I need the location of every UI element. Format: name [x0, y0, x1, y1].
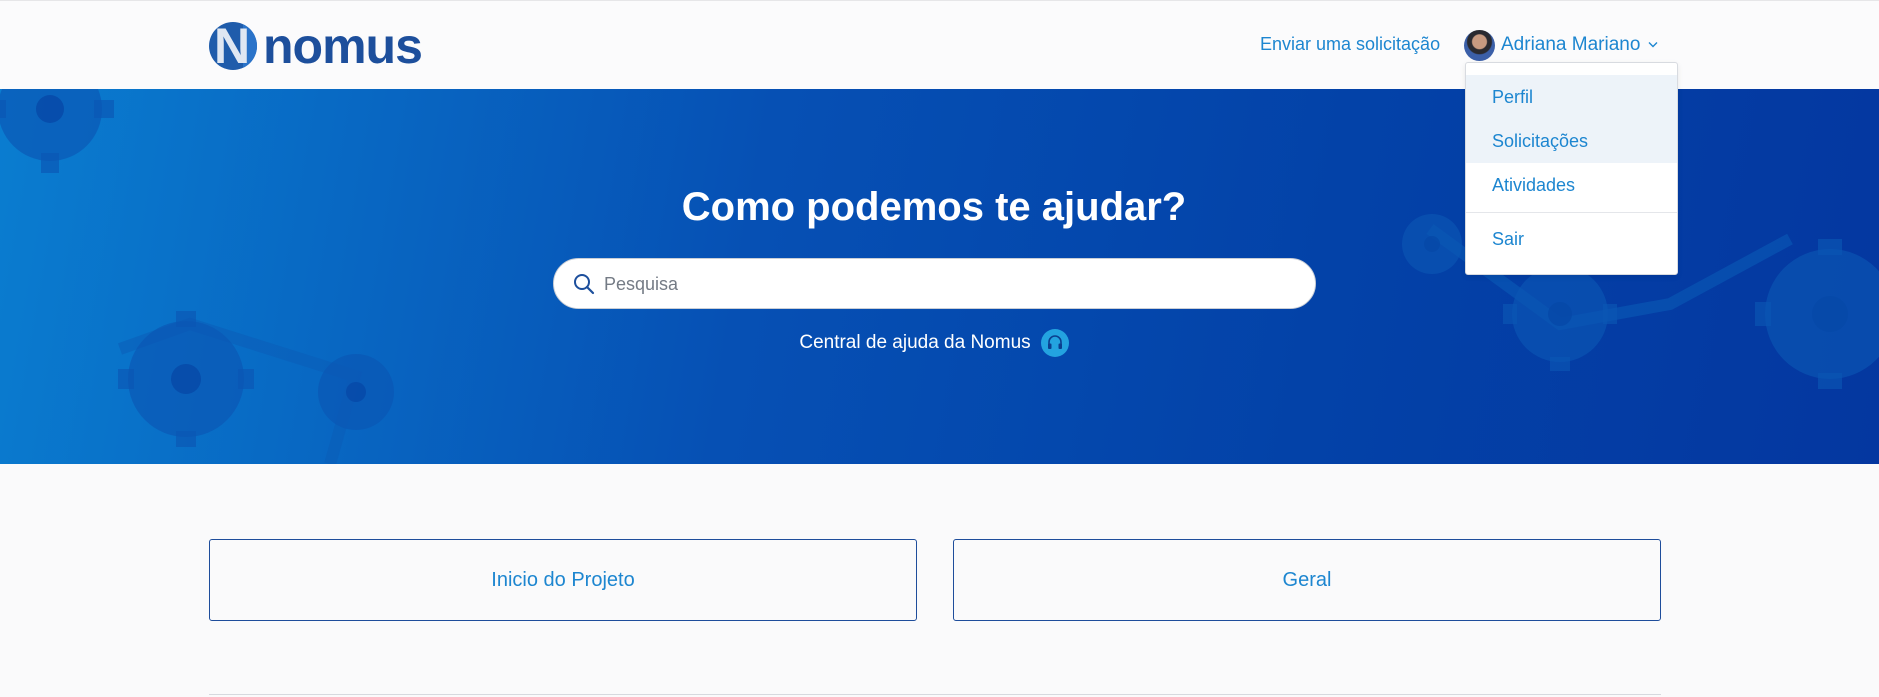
user-name: Adriana Mariano — [1501, 34, 1641, 55]
search-bar[interactable] — [553, 258, 1316, 309]
category-card-inicio-do-projeto[interactable]: Inicio do Projeto — [209, 539, 917, 621]
category-card-geral[interactable]: Geral — [953, 539, 1661, 621]
search-icon[interactable] — [572, 272, 596, 296]
headset-icon — [1040, 329, 1069, 357]
menu-divider — [1466, 212, 1677, 213]
search-input[interactable] — [604, 267, 1294, 301]
nomus-logo[interactable]: N nomus — [209, 18, 423, 74]
menu-item-atividades[interactable]: Atividades — [1466, 163, 1677, 207]
user-dropdown-menu: Perfil Solicitações Atividades Sair — [1465, 62, 1678, 275]
user-menu-toggle[interactable]: Adriana Mariano — [1464, 29, 1658, 61]
logo-mark-icon: N — [209, 22, 257, 70]
menu-item-perfil[interactable]: Perfil — [1466, 75, 1677, 119]
menu-item-sair[interactable]: Sair — [1466, 217, 1677, 261]
category-list: Inicio do Projeto Geral — [209, 539, 1661, 622]
logo-text: nomus — [263, 18, 423, 74]
logo-letter: N — [214, 22, 250, 70]
submit-request-link[interactable]: Enviar uma solicitação — [1260, 34, 1440, 55]
avatar — [1464, 29, 1495, 61]
section-divider — [209, 694, 1661, 695]
menu-item-solicitacoes[interactable]: Solicitações — [1466, 119, 1677, 163]
help-center-tagline: Central de ajuda da Nomus — [0, 329, 1868, 357]
chevron-down-icon — [1648, 39, 1658, 51]
tagline-text: Central de ajuda da Nomus — [799, 332, 1031, 353]
